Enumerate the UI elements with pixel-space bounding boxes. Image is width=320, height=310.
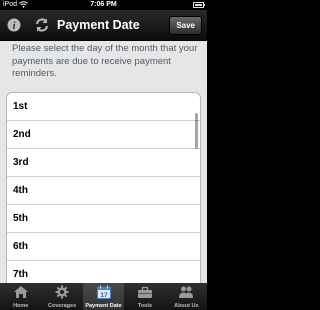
tab-label: Payment Date: [85, 303, 122, 309]
tab-about-us[interactable]: About Us: [166, 283, 207, 310]
tab-bar: Home Coverages 17 Payment Date Tools Abo…: [0, 283, 207, 310]
tab-label: Coverages: [48, 303, 77, 309]
info-icon[interactable]: i: [7, 18, 21, 32]
tab-label: Tools: [137, 303, 153, 309]
day-option[interactable]: 5th: [7, 205, 200, 233]
battery-icon: [193, 2, 205, 8]
svg-text:i: i: [13, 21, 16, 32]
home-icon: [13, 286, 28, 298]
tab-label: About Us: [174, 303, 199, 309]
people-icon: [179, 286, 194, 298]
tab-tools[interactable]: Tools: [124, 283, 165, 310]
toolbox-icon: [137, 286, 152, 298]
tab-home[interactable]: Home: [0, 283, 41, 310]
nav-bar: i Payment Date Save: [0, 10, 207, 41]
day-option[interactable]: 1st: [7, 93, 200, 121]
gear-icon: [55, 285, 69, 299]
main-content: Please select the day of the month that …: [0, 41, 207, 283]
page-title: Payment Date: [57, 18, 140, 32]
scrollbar[interactable]: [195, 113, 198, 149]
tab-label: Home: [13, 303, 29, 309]
day-option[interactable]: 6th: [7, 233, 200, 261]
day-option[interactable]: 7th: [7, 261, 200, 283]
status-bar: iPod 7:06 PM: [0, 0, 207, 10]
calendar-number: 17: [100, 292, 108, 299]
tab-payment-date[interactable]: 17 Payment Date: [82, 283, 125, 310]
day-option[interactable]: 2nd: [7, 121, 200, 149]
day-option[interactable]: 3rd: [7, 149, 200, 177]
tab-coverages[interactable]: Coverages: [41, 283, 82, 310]
day-option[interactable]: 4th: [7, 177, 200, 205]
calendar-icon: 17: [96, 285, 111, 299]
save-button[interactable]: Save: [169, 16, 202, 35]
day-list[interactable]: 1st 2nd 3rd 4th 5th 6th 7th: [6, 92, 201, 283]
status-time: 7:06 PM: [90, 1, 117, 8]
instructions-text: Please select the day of the month that …: [12, 43, 198, 79]
sync-icon[interactable]: [34, 17, 50, 33]
